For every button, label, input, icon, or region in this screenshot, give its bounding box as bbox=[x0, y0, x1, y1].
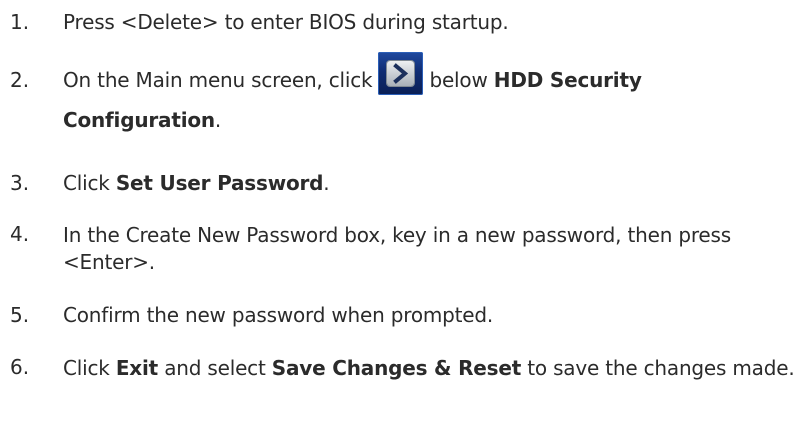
step-1-text: Press <Delete> to enter BIOS during star… bbox=[63, 10, 509, 34]
step-number: 2. bbox=[10, 68, 30, 92]
step-number: 5. bbox=[10, 303, 30, 327]
step-text: Click Exit and select Save Changes & Res… bbox=[63, 355, 798, 382]
step-number: 4. bbox=[10, 222, 30, 246]
step-text: On the Main menu screen, click below HDD … bbox=[63, 52, 798, 140]
step-6-text-a: Click bbox=[63, 356, 110, 380]
arrow-right-icon bbox=[387, 61, 415, 86]
step-number: 1. bbox=[10, 10, 30, 34]
step-3-period: . bbox=[323, 171, 330, 195]
step-2-text-b: below bbox=[429, 68, 488, 92]
step-3-bold: Set User Password bbox=[115, 171, 324, 195]
step-2-text-a: On the Main menu screen, click bbox=[63, 68, 373, 92]
step-text: Press <Delete> to enter BIOS during star… bbox=[63, 10, 798, 34]
step-text: In the Create New Password box, key in a… bbox=[63, 223, 731, 274]
step-text: Confirm the new password when prompted. bbox=[63, 303, 494, 327]
arrow-right-button[interactable] bbox=[378, 52, 424, 95]
step-2-period: . bbox=[214, 108, 222, 132]
step-6-bold-save: Save Changes & Reset bbox=[271, 356, 522, 380]
step-text: Click Set User Password. bbox=[63, 171, 798, 195]
step-6-text-c: to save the changes made. bbox=[527, 356, 795, 380]
step-6-bold-exit: Exit bbox=[115, 356, 159, 380]
step-3-text-a: Click bbox=[63, 171, 110, 195]
step-6-text-b: and select bbox=[164, 356, 266, 380]
step-number: 6. bbox=[10, 355, 30, 379]
step-number: 3. bbox=[10, 171, 30, 195]
instructions-list: 1. Press <Delete> to enter BIOS during s… bbox=[0, 0, 805, 421]
